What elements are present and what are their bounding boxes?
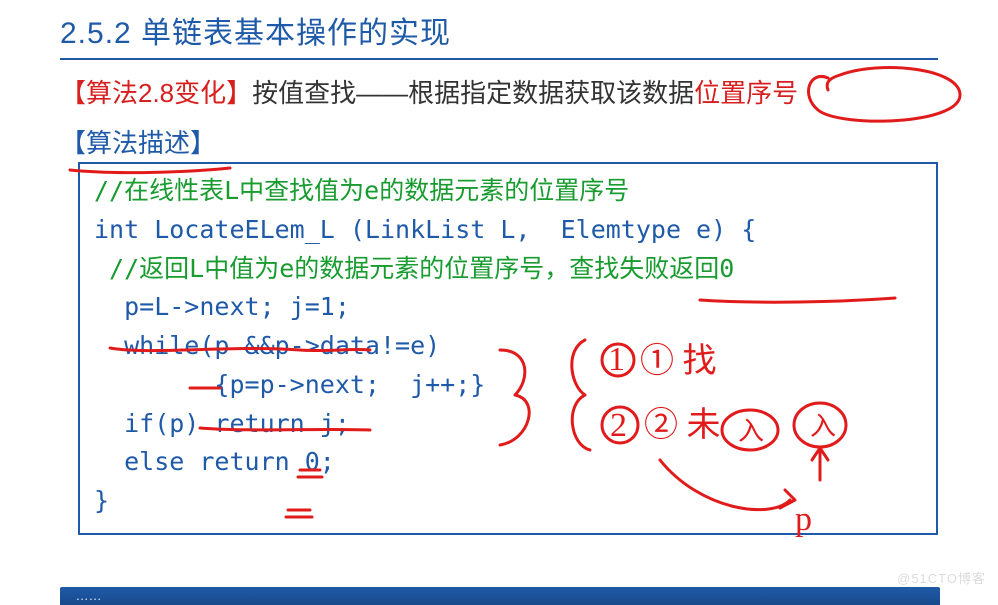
code-line-init: p=L->next; j=1;	[94, 288, 922, 327]
code-box: //在线性表L中查找值为e的数据元素的位置序号 int LocateELem_L…	[78, 162, 938, 535]
code-line-signature: int LocateELem_L (LinkList L, Elemtype e…	[94, 211, 922, 250]
code-comment-2: //返回L中值为e的数据元素的位置序号，查找失败返回0	[94, 250, 922, 289]
code-line-while: while(p &&p->data!=e)	[94, 327, 922, 366]
watermark: @51CTO博客	[897, 568, 986, 587]
code-line-if: if(p) return j;	[94, 405, 922, 444]
description-label: 【算法描述】	[60, 123, 938, 160]
topic-text-main: 按值查找——根据指定数据获取该数据	[252, 78, 694, 108]
bracket-algorithm-label: 【算法2.8变化】	[60, 78, 252, 108]
code-comment-1: //在线性表L中查找值为e的数据元素的位置序号	[94, 172, 922, 211]
topic-text-highlight: 位置序号	[694, 78, 798, 108]
footer-bar-text: ……	[60, 588, 102, 603]
code-line-loop-body: {p=p->next; j++;}	[94, 366, 922, 405]
topic-line: 【算法2.8变化】按值查找——根据指定数据获取该数据位置序号	[60, 74, 938, 113]
code-line-else: else return 0;	[94, 443, 922, 482]
footer-bar: ……	[60, 587, 940, 605]
section-heading: 2.5.2 单链表基本操作的实现	[60, 0, 938, 60]
slide-page: 2.5.2 单链表基本操作的实现 【算法2.8变化】按值查找——根据指定数据获取…	[0, 0, 998, 605]
code-line-close: }	[94, 482, 922, 521]
